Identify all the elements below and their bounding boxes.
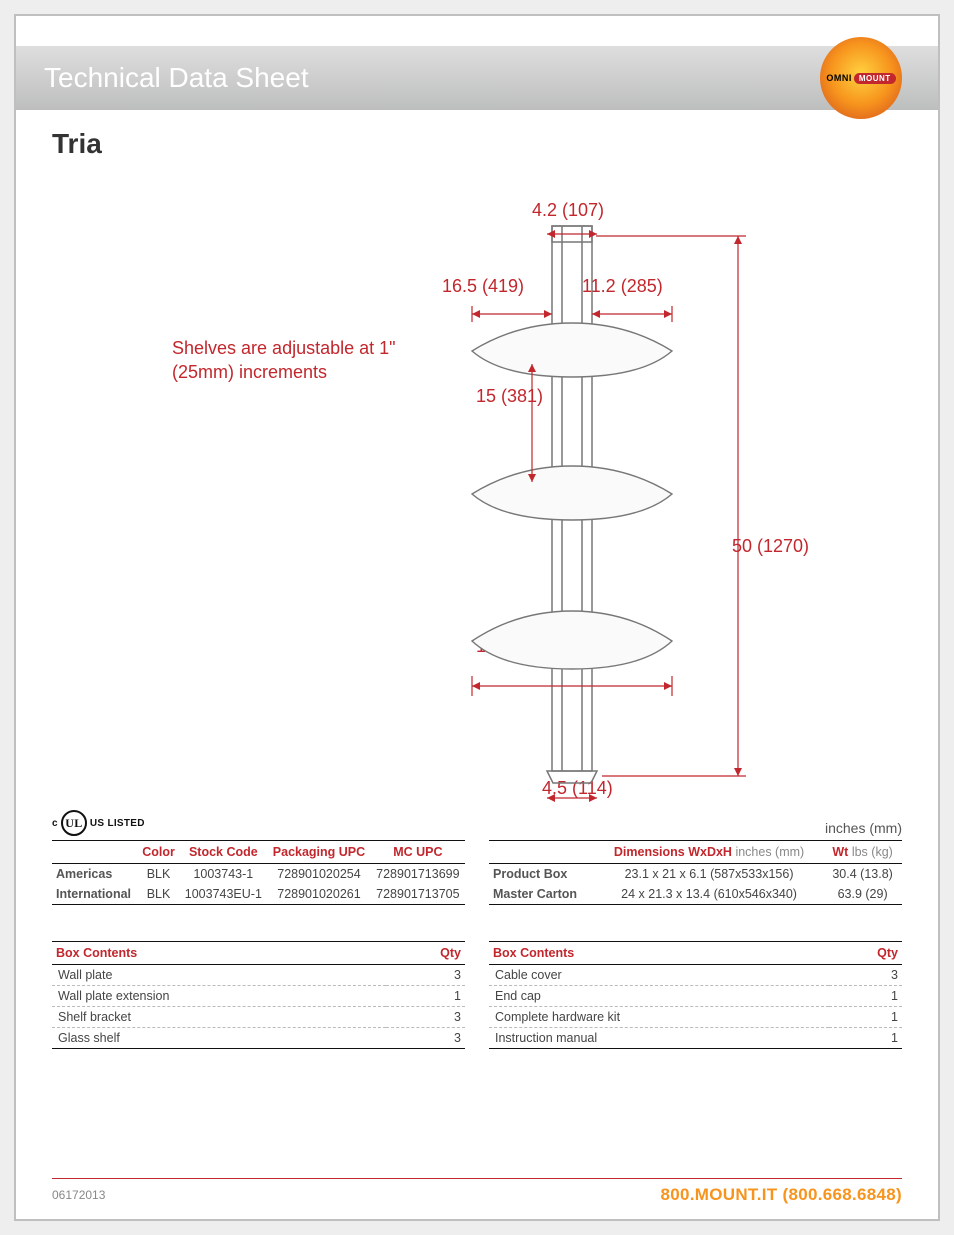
cell-qty: 3 <box>829 965 902 986</box>
th-wt-sub: lbs (kg) <box>852 845 893 859</box>
cert-prefix: c <box>52 818 58 829</box>
cell-qty: 1 <box>829 986 902 1007</box>
cell-item: Cable cover <box>489 965 829 986</box>
th-dims: Dimensions WxDxH inches (mm) <box>595 841 823 864</box>
table-row: Wall plate3 <box>52 965 465 986</box>
th-blank <box>52 841 138 864</box>
cell-region: International <box>52 884 138 905</box>
table-row: Wall plate extension1 <box>52 986 465 1007</box>
cell-item: Wall plate extension <box>52 986 386 1007</box>
th-box-contents: Box Contents <box>52 942 386 965</box>
th-qty: Qty <box>386 942 465 965</box>
table-row: End cap1 <box>489 986 902 1007</box>
brand-logo: OMNI MOUNT <box>820 37 902 119</box>
cell-item: Instruction manual <box>489 1028 829 1049</box>
page-footer: 06172013 800.MOUNT.IT (800.668.6848) <box>52 1178 902 1205</box>
box-contents-right: Box Contents Qty Cable cover3End cap1Com… <box>489 941 902 1049</box>
th-pack-upc: Packaging UPC <box>267 841 370 864</box>
upc-table: Color Stock Code Packaging UPC MC UPC Am… <box>52 840 465 905</box>
cell-item: Glass shelf <box>52 1028 386 1049</box>
dimensions-table: Dimensions WxDxH inches (mm) Wt lbs (kg)… <box>489 840 902 905</box>
table-row: Instruction manual1 <box>489 1028 902 1049</box>
ul-icon: UL <box>61 810 87 836</box>
brand-logo-left: OMNI <box>826 73 852 83</box>
th-qty: Qty <box>829 942 902 965</box>
cell-item: Shelf bracket <box>52 1007 386 1028</box>
cell-qty: 1 <box>829 1028 902 1049</box>
cell-pack-upc: 728901020261 <box>267 884 370 905</box>
cell-qty: 1 <box>386 986 465 1007</box>
cell-pkg-dims: 23.1 x 21 x 6.1 (587x533x156) <box>595 864 823 885</box>
product-drawing <box>352 186 802 816</box>
table-row: Master Carton 24 x 21.3 x 13.4 (610x546x… <box>489 884 902 905</box>
table-row: Complete hardware kit1 <box>489 1007 902 1028</box>
table-row: Cable cover3 <box>489 965 902 986</box>
product-title: Tria <box>16 110 938 160</box>
content-area: Shelves are adjustable at 1" (25mm) incr… <box>52 166 902 1215</box>
cell-item: Wall plate <box>52 965 386 986</box>
page-frame: Technical Data Sheet OMNI MOUNT Tria She… <box>14 14 940 1221</box>
cell-pkg-wt: 63.9 (29) <box>823 884 902 905</box>
table-row: International BLK 1003743EU-1 7289010202… <box>52 884 465 905</box>
th-stock: Stock Code <box>179 841 267 864</box>
th-wt: Wt lbs (kg) <box>823 841 902 864</box>
cell-stock: 1003743-1 <box>179 864 267 885</box>
cell-qty: 3 <box>386 1007 465 1028</box>
cell-item: Complete hardware kit <box>489 1007 829 1028</box>
table-row: Glass shelf3 <box>52 1028 465 1049</box>
box-contents-left: Box Contents Qty Wall plate3Wall plate e… <box>52 941 465 1049</box>
cell-mc-upc: 728901713705 <box>371 884 465 905</box>
footer-docno: 06172013 <box>52 1188 105 1202</box>
th-box-contents: Box Contents <box>489 942 829 965</box>
cell-item: End cap <box>489 986 829 1007</box>
units-label: inches (mm) <box>825 820 902 836</box>
table-row: Shelf bracket3 <box>52 1007 465 1028</box>
dimension-diagram: Shelves are adjustable at 1" (25mm) incr… <box>52 166 902 806</box>
cell-color: BLK <box>138 864 180 885</box>
cell-qty: 1 <box>829 1007 902 1028</box>
brand-logo-right: MOUNT <box>854 73 896 84</box>
cell-pkg-wt: 30.4 (13.8) <box>823 864 902 885</box>
header-band: Technical Data Sheet OMNI MOUNT <box>16 46 938 110</box>
cell-pack-upc: 728901020254 <box>267 864 370 885</box>
cell-mc-upc: 728901713699 <box>371 864 465 885</box>
th-mc-upc: MC UPC <box>371 841 465 864</box>
cell-color: BLK <box>138 884 180 905</box>
cell-stock: 1003743EU-1 <box>179 884 267 905</box>
cell-qty: 3 <box>386 1028 465 1049</box>
table-row: Americas BLK 1003743-1 728901020254 7289… <box>52 864 465 885</box>
th-dims-label: Dimensions WxDxH <box>614 845 732 859</box>
page-title: Technical Data Sheet <box>44 62 309 94</box>
cert-suffix: US LISTED <box>90 818 145 829</box>
cell-pkg-dims: 24 x 21.3 x 13.4 (610x546x340) <box>595 884 823 905</box>
certification-mark: c UL US LISTED <box>52 810 145 836</box>
cell-region: Americas <box>52 864 138 885</box>
cell-pkg-label: Master Carton <box>489 884 595 905</box>
th-color: Color <box>138 841 180 864</box>
th-wt-label: Wt <box>832 845 848 859</box>
footer-phone: 800.MOUNT.IT (800.668.6848) <box>661 1185 903 1205</box>
cell-pkg-label: Product Box <box>489 864 595 885</box>
th-blank <box>489 841 595 864</box>
cell-qty: 3 <box>386 965 465 986</box>
table-row: Product Box 23.1 x 21 x 6.1 (587x533x156… <box>489 864 902 885</box>
th-dims-sub: inches (mm) <box>735 845 804 859</box>
